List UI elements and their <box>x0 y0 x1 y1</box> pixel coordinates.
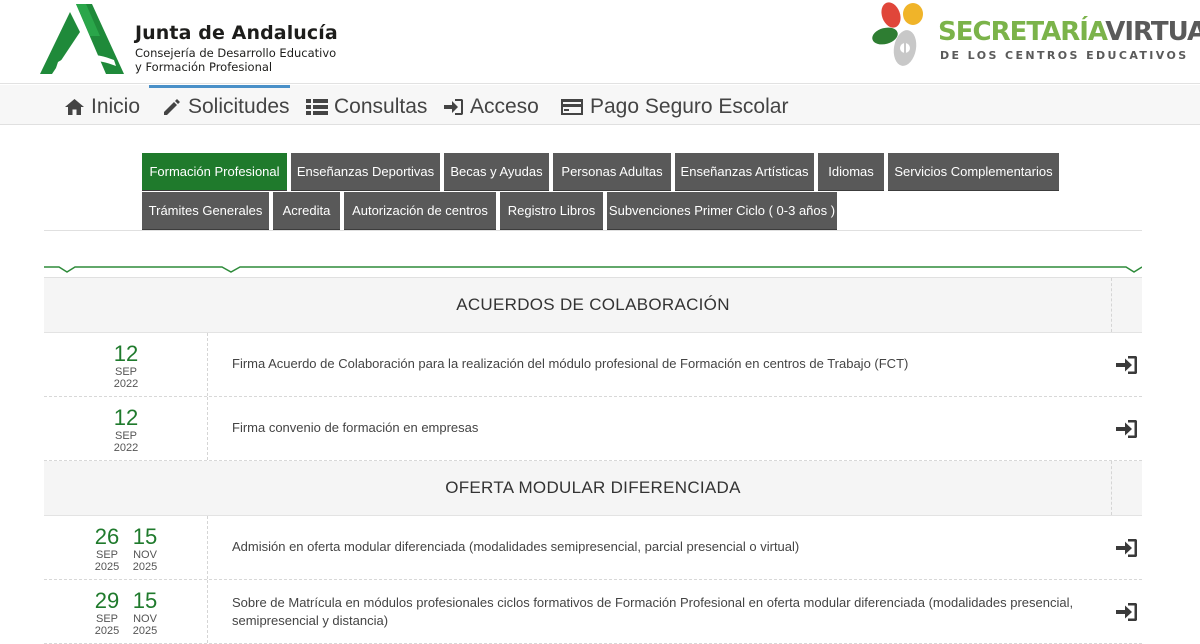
sign-in-icon[interactable] <box>1116 538 1138 558</box>
section-title: ACUERDOS DE COLABORACIÓN <box>456 295 730 314</box>
section-header: ACUERDOS DE COLABORACIÓN <box>44 278 1142 333</box>
year: 2025 <box>132 625 158 637</box>
year: 2022 <box>113 442 139 454</box>
main-nav: Inicio Solicitudes Consultas Acceso Pago… <box>0 85 1200 125</box>
sv-title-part-b: VIRTUAL <box>1105 17 1200 47</box>
org-title: Junta de Andalucía <box>135 22 338 44</box>
nav-inicio[interactable]: Inicio <box>64 95 140 119</box>
nav-inicio-label: Inicio <box>91 95 141 118</box>
day: 15 <box>132 588 158 613</box>
nav-consultas-label: Consultas <box>334 95 428 118</box>
table-row[interactable]: 12 SEP 2022 Firma convenio de formación … <box>44 397 1142 461</box>
cat-idiomas[interactable]: Idiomas <box>818 153 884 191</box>
secretaria-virtual-title: SECRETARÍAVIRTUAL <box>938 18 1200 46</box>
nav-acceso[interactable]: Acceso <box>444 95 539 119</box>
end-date: 15 NOV 2025 <box>123 524 167 574</box>
nav-solicitudes-label: Solicitudes <box>188 95 290 118</box>
cat-acredita[interactable]: Acredita <box>273 192 340 230</box>
cat-ensenanzas-deportivas[interactable]: Enseñanzas Deportivas <box>291 153 440 191</box>
site-header: Junta de Andalucía Consejería de Desarro… <box>0 0 1200 84</box>
row-description[interactable]: Sobre de Matrícula en módulos profesiona… <box>232 594 1092 630</box>
nav-acceso-label: Acceso <box>470 95 539 118</box>
nav-solicitudes[interactable]: Solicitudes <box>162 95 290 119</box>
cat-subvenciones-primer-ciclo[interactable]: Subvenciones Primer Ciclo ( 0-3 años ) <box>607 192 837 230</box>
cat-registro-libros[interactable]: Registro Libros <box>500 192 603 230</box>
month: NOV <box>133 613 157 625</box>
home-icon <box>65 99 84 115</box>
active-nav-indicator <box>149 85 290 88</box>
day: 15 <box>132 524 158 549</box>
green-wave-divider <box>44 266 1142 273</box>
cat-becas-ayudas[interactable]: Becas y Ayudas <box>444 153 549 191</box>
sign-in-icon[interactable] <box>1116 602 1138 622</box>
row-description[interactable]: Firma Acuerdo de Colaboración para la re… <box>232 355 1092 373</box>
cat-personas-adultas[interactable]: Personas Adultas <box>553 153 671 191</box>
nav-consultas[interactable]: Consultas <box>306 95 427 119</box>
day: 12 <box>113 405 139 430</box>
section-header: OFERTA MODULAR DIFERENCIADA <box>44 461 1142 516</box>
list-icon <box>306 99 328 115</box>
org-subtitle-line2: y Formación Profesional <box>135 60 273 74</box>
sv-title-part-a: SECRETARÍA <box>938 17 1106 47</box>
org-subtitle-line1: Consejería de Desarrollo Educativo <box>135 46 337 60</box>
row-description[interactable]: Admisión en oferta modular diferenciada … <box>232 538 1092 556</box>
start-date: 12 SEP 2022 <box>104 405 148 455</box>
nav-pago-label: Pago Seguro Escolar <box>590 95 789 118</box>
pencil-icon <box>164 99 180 115</box>
date-cell: 29 SEP 2025 15 NOV 2025 <box>44 580 208 643</box>
month: NOV <box>133 549 157 561</box>
secretaria-virtual-subtitle: DE LOS CENTROS EDUCATIVOS <box>940 49 1189 62</box>
date-cell: 12 SEP 2022 <box>44 333 208 396</box>
sign-in-icon[interactable] <box>1116 355 1138 375</box>
table-row[interactable]: 12 SEP 2022 Firma Acuerdo de Colaboració… <box>44 333 1142 397</box>
sign-in-icon[interactable] <box>1116 419 1138 439</box>
org-subtitle: Consejería de Desarrollo Educativo y For… <box>135 46 336 74</box>
table-row[interactable]: 26 SEP 2025 15 NOV 2025 Admisión en ofer… <box>44 516 1142 580</box>
year: 2025 <box>132 561 158 573</box>
day: 12 <box>113 341 139 366</box>
junta-andalucia-logo[interactable] <box>40 2 124 74</box>
section-title: OFERTA MODULAR DIFERENCIADA <box>445 478 741 497</box>
secretaria-virtual-logo-icon[interactable] <box>871 0 941 72</box>
tramites-table: ACUERDOS DE COLABORACIÓN 12 SEP 2022 Fir… <box>44 277 1142 644</box>
cat-formacion-profesional[interactable]: Formación Profesional <box>142 153 287 191</box>
end-date: 15 NOV 2025 <box>123 588 167 638</box>
nav-pago-seguro-escolar[interactable]: Pago Seguro Escolar <box>560 95 788 119</box>
cat-servicios-complementarios[interactable]: Servicios Complementarios <box>888 153 1059 191</box>
month: SEP <box>114 430 137 442</box>
row-description[interactable]: Firma convenio de formación en empresas <box>232 419 1092 437</box>
credit-card-icon <box>561 99 583 115</box>
cat-autorizacion-centros[interactable]: Autorización de centros <box>344 192 496 230</box>
sign-in-icon <box>444 99 463 115</box>
divider <box>44 230 1142 231</box>
cat-tramites-generales[interactable]: Trámites Generales <box>142 192 269 230</box>
date-cell: 12 SEP 2022 <box>44 397 208 460</box>
cat-ensenanzas-artisticas[interactable]: Enseñanzas Artísticas <box>675 153 814 191</box>
month: SEP <box>114 366 137 378</box>
start-date: 12 SEP 2022 <box>104 341 148 391</box>
table-row[interactable]: 29 SEP 2025 15 NOV 2025 Sobre de Matrícu… <box>44 580 1142 644</box>
year: 2022 <box>113 378 139 390</box>
date-cell: 26 SEP 2025 15 NOV 2025 <box>44 516 208 579</box>
